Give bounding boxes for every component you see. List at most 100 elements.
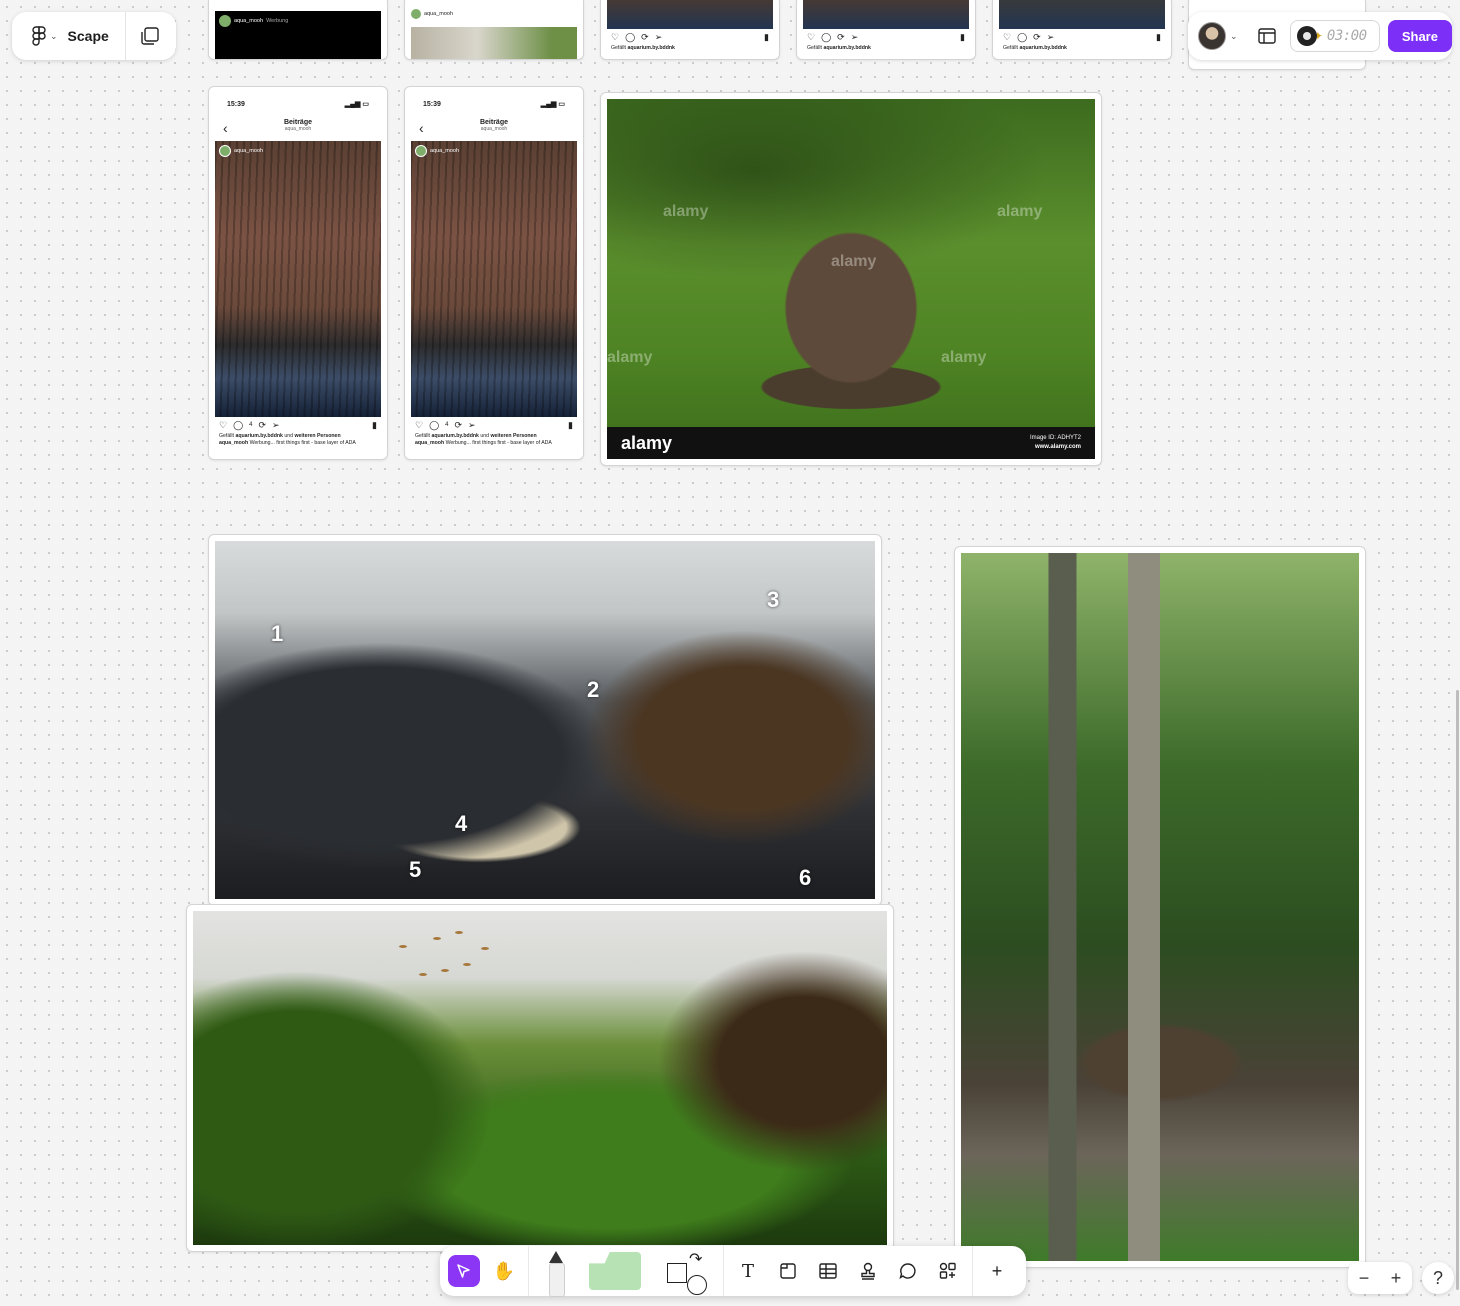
bookmark-icon[interactable]: ▮	[372, 420, 377, 431]
comment-count: 4	[249, 422, 253, 428]
main-menu-button[interactable]: ⌄	[12, 12, 68, 60]
repost-icon[interactable]: ⟳	[641, 32, 649, 43]
forest-image-frame[interactable]	[954, 546, 1366, 1268]
vertical-scrollbar[interactable]	[1456, 690, 1459, 1290]
post-caption: Gefällt aquarium.by.bddnk	[807, 45, 871, 51]
hand-tool[interactable]: ✋	[484, 1251, 524, 1291]
zoom-out-button[interactable]: −	[1359, 1268, 1370, 1289]
post-caption: Gefällt aquarium.by.bddnk und weiteren P…	[219, 433, 356, 446]
help-button[interactable]: ?	[1422, 1262, 1454, 1294]
tree-stump-photo: alamy alamy alamy alamy alamy alamy Imag…	[607, 99, 1095, 459]
watermark: alamy	[831, 253, 877, 270]
timer-button[interactable]: ✦ 03:00	[1289, 20, 1380, 52]
bookmark-icon[interactable]: ▮	[960, 32, 965, 43]
table-icon	[819, 1263, 837, 1279]
avatar	[1198, 22, 1226, 50]
text-tool[interactable]: T	[728, 1251, 768, 1291]
canvas-image-frame[interactable]: ♡ ◯ ⟳ ➢ ▮ Gefällt aquarium.by.bddnk	[796, 0, 976, 60]
canvas-image-frame[interactable]: aqua_mooh Werbung	[208, 0, 388, 60]
send-icon[interactable]: ➢	[272, 420, 280, 431]
section-tool[interactable]	[768, 1251, 808, 1291]
marker-tool[interactable]	[543, 1249, 569, 1297]
comment-tool[interactable]	[888, 1251, 928, 1291]
heart-icon[interactable]: ♡	[1003, 32, 1011, 43]
file-name[interactable]: Scape	[68, 28, 125, 44]
tree-roots-photo	[961, 553, 1359, 1261]
alamy-footer: alamy Image ID: ADHYT2 www.alamy.com	[607, 427, 1095, 459]
repost-icon[interactable]: ⟳	[455, 420, 463, 431]
back-icon[interactable]: ‹	[419, 120, 424, 136]
fish-shape	[463, 963, 471, 966]
planted-tank-photo	[193, 911, 887, 1245]
bookmark-icon[interactable]: ▮	[1156, 32, 1161, 43]
zoom-in-button[interactable]: +	[1391, 1268, 1402, 1289]
canvas-image-frame[interactable]: ♡ ◯ ⟳ ➢ ▮ Gefällt aquarium.by.bddnk	[992, 0, 1172, 60]
circle-icon	[687, 1275, 707, 1295]
post-username: aqua_mooh	[424, 11, 454, 17]
instagram-post-frame[interactable]: 15:39 ▂▄▆ ▭ ‹ Beiträge aqua_mooh aqua_mo…	[208, 86, 388, 460]
post-thumbnail	[803, 0, 969, 29]
post-actions: ♡ ◯ ⟳ ➢ ▮	[803, 29, 969, 45]
pages-icon	[141, 27, 159, 45]
marker-2: 2	[587, 677, 600, 702]
send-icon[interactable]: ➢	[655, 32, 663, 43]
heart-icon[interactable]: ♡	[415, 420, 423, 431]
widgets-tool[interactable]	[928, 1251, 968, 1291]
repost-icon[interactable]: ⟳	[259, 420, 267, 431]
divider	[528, 1246, 529, 1296]
back-icon[interactable]: ‹	[223, 120, 228, 136]
avatar	[411, 9, 421, 19]
comment-icon[interactable]: ◯	[821, 32, 831, 43]
table-tool[interactable]	[808, 1251, 848, 1291]
watermark: alamy	[941, 349, 987, 366]
send-icon[interactable]: ➢	[468, 420, 476, 431]
stamp-tool[interactable]	[848, 1251, 888, 1291]
layout-button[interactable]	[1250, 28, 1284, 44]
send-icon[interactable]: ➢	[1047, 32, 1055, 43]
main-menu-bar: ⌄ Scape	[12, 12, 176, 60]
hand-icon: ✋	[492, 1260, 516, 1281]
repost-icon[interactable]: ⟳	[1033, 32, 1041, 43]
planted-tank-image-frame[interactable]	[186, 904, 894, 1252]
canvas-image-frame[interactable]: aqua_mooh	[404, 0, 584, 60]
post-header: ‹ Beiträge aqua_mooh	[215, 115, 381, 141]
post-caption: Gefällt aquarium.by.bddnk und weiteren P…	[415, 433, 552, 446]
pen-body	[549, 1263, 565, 1297]
divider	[972, 1246, 973, 1296]
canvas-image-frame[interactable]: ♡ ◯ ⟳ ➢ ▮ Gefällt aquarium.by.bddnk	[600, 0, 780, 60]
pen-icon	[549, 1251, 563, 1263]
bookmark-icon[interactable]: ▮	[764, 32, 769, 43]
shape-tool[interactable]: ↷	[655, 1249, 715, 1295]
fish-shape	[455, 931, 463, 934]
move-tool[interactable]	[448, 1255, 480, 1287]
share-button[interactable]: Share	[1387, 20, 1452, 52]
heart-icon[interactable]: ♡	[807, 32, 815, 43]
post-thumbnail	[999, 0, 1165, 29]
zoom-controls: − +	[1348, 1262, 1412, 1294]
pages-button[interactable]	[126, 12, 174, 60]
comment-icon[interactable]: ◯	[625, 32, 635, 43]
heart-icon[interactable]: ♡	[611, 32, 619, 43]
post-caption: Gefällt aquarium.by.bddnk	[611, 45, 675, 51]
stamp-icon	[861, 1262, 875, 1280]
comment-icon[interactable]: ◯	[429, 420, 439, 431]
more-tools-button[interactable]: +	[977, 1251, 1017, 1291]
post-screenshot: 15:39 ▂▄▆ ▭ ‹ Beiträge aqua_mooh aqua_mo…	[215, 93, 381, 453]
send-icon[interactable]: ➢	[851, 32, 859, 43]
sticky-note-tool[interactable]	[589, 1252, 641, 1290]
user-menu-button[interactable]: ⌄	[1188, 22, 1250, 50]
post-thumbnail	[607, 0, 773, 29]
comment-icon[interactable]: ◯	[233, 420, 243, 431]
repost-icon[interactable]: ⟳	[837, 32, 845, 43]
heart-icon[interactable]: ♡	[219, 420, 227, 431]
avatar	[415, 145, 427, 157]
battery-icon: ▂▄▆ ▭	[540, 101, 565, 108]
bookmark-icon[interactable]: ▮	[568, 420, 573, 431]
hardscape-image-frame[interactable]: 1 2 3 4 5 6	[208, 534, 882, 906]
instagram-post-frame[interactable]: 15:39 ▂▄▆ ▭ ‹ Beiträge aqua_mooh aqua_mo…	[404, 86, 584, 460]
stump-image-frame[interactable]: alamy alamy alamy alamy alamy alamy Imag…	[600, 92, 1102, 466]
post-header-title: Beiträge	[479, 119, 508, 126]
watermark: alamy	[663, 203, 709, 220]
comment-icon[interactable]: ◯	[1017, 32, 1027, 43]
section-icon	[780, 1263, 796, 1279]
